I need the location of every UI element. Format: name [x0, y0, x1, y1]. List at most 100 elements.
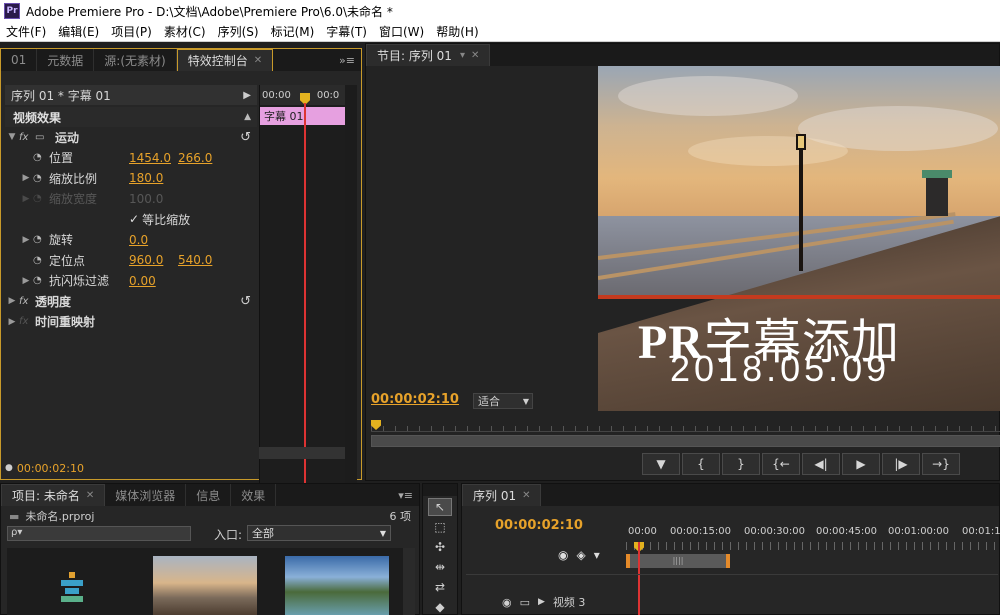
effect-label: 透明度: [35, 294, 72, 309]
tab-effect-controls[interactable]: 特效控制台 ✕: [176, 49, 274, 71]
effects-clip-bar[interactable]: 字幕 01: [260, 107, 346, 125]
menu-title[interactable]: 字幕(T): [320, 23, 373, 40]
effect-row-time-remap[interactable]: ▶ fx 时间重映射: [5, 312, 257, 333]
stopwatch-icon[interactable]: ◔: [33, 275, 49, 286]
collapse-up-icon[interactable]: ▲: [244, 112, 251, 122]
fit-select-value: 适合: [478, 395, 500, 408]
rolling-edit-tool-icon[interactable]: ⇹: [428, 558, 452, 576]
anchor-x-value[interactable]: 960.0: [129, 253, 163, 267]
snap-icon[interactable]: ◉: [558, 548, 568, 562]
menu-marker[interactable]: 标记(M): [265, 23, 321, 40]
menu-project[interactable]: 项目(P): [105, 23, 158, 40]
timeline-timecode[interactable]: 00:00:02:10: [495, 518, 583, 533]
position-x-value[interactable]: 1454.0: [129, 151, 171, 165]
tab-metadata[interactable]: 元数据: [37, 49, 95, 71]
uniform-scale-checkbox[interactable]: ✓: [129, 212, 139, 226]
project-bin[interactable]: [7, 548, 407, 615]
fit-select[interactable]: 适合 ▼: [473, 393, 533, 409]
program-preview[interactable]: PR字幕添加 2018.05.09: [598, 66, 1000, 411]
effects-tabbar: 01 元数据 源:(无素材) 特效控制台 ✕ »≡: [1, 49, 361, 71]
tab-program[interactable]: 节目: 序列 01 ▾ ✕: [366, 44, 491, 66]
ripple-edit-tool-icon[interactable]: ✣: [428, 538, 452, 556]
twirl-right-icon[interactable]: ▶: [19, 173, 33, 183]
add-marker-button[interactable]: ▼: [642, 453, 680, 475]
section-title-label: 视频效果: [13, 110, 62, 125]
menu-help[interactable]: 帮助(H): [430, 23, 484, 40]
close-icon[interactable]: ✕: [471, 50, 479, 61]
step-back-button[interactable]: ◀|: [802, 453, 840, 475]
project-vscroll[interactable]: [403, 548, 415, 615]
in-select[interactable]: 全部 ▼: [247, 525, 391, 541]
selection-tool-icon[interactable]: ↖: [428, 498, 452, 516]
anchor-y-value[interactable]: 540.0: [178, 253, 212, 267]
tab-source[interactable]: 源:(无素材): [94, 49, 177, 71]
pier-thumbnail[interactable]: [153, 556, 257, 615]
play-icon[interactable]: ▶: [243, 90, 251, 101]
program-zoom-scrollbar[interactable]: [371, 435, 1000, 447]
program-ruler[interactable]: [371, 418, 1000, 432]
sequence-icon[interactable]: [61, 572, 83, 602]
go-to-in-button[interactable]: {←: [762, 453, 800, 475]
menu-file[interactable]: 文件(F): [0, 23, 52, 40]
effects-timecode[interactable]: 00:00:02:10: [17, 462, 84, 475]
twirl-right-icon[interactable]: ▶: [19, 235, 33, 245]
tab-media-browser[interactable]: 媒体浏览器: [105, 484, 187, 506]
tab-info[interactable]: 信息: [186, 484, 232, 506]
add-marker-icon[interactable]: ▾: [594, 548, 600, 562]
lake-thumbnail[interactable]: [285, 556, 389, 615]
timeline-ruler[interactable]: 00:00 00:00:15:00 00:00:30:00 00:00:45:0…: [626, 526, 1000, 542]
film-icon[interactable]: ▭: [520, 596, 530, 609]
twirl-right-icon[interactable]: ▶: [538, 597, 545, 607]
go-to-out-button[interactable]: →}: [922, 453, 960, 475]
menu-clip[interactable]: 素材(C): [158, 23, 212, 40]
track-label: 视频 3: [552, 596, 586, 609]
play-button[interactable]: ▶: [842, 453, 880, 475]
anti-flicker-value[interactable]: 0.00: [129, 274, 156, 288]
twirl-right-icon[interactable]: ▶: [5, 317, 19, 327]
twirl-right-icon[interactable]: ▶: [5, 296, 19, 306]
eye-icon[interactable]: ◉: [502, 596, 512, 609]
effect-row-opacity[interactable]: ▶ fx 透明度 ↺: [5, 291, 257, 312]
twirl-down-icon[interactable]: ▼: [5, 132, 19, 142]
stopwatch-icon[interactable]: ◔: [33, 255, 49, 266]
tab-sequence[interactable]: 序列 01 ✕: [462, 484, 542, 506]
effects-vscroll[interactable]: [345, 85, 357, 495]
stopwatch-icon[interactable]: ◔: [33, 152, 49, 163]
stopwatch-icon[interactable]: ◔: [33, 234, 49, 245]
menu-window[interactable]: 窗口(W): [373, 23, 430, 40]
tab-effects[interactable]: 效果: [231, 484, 277, 506]
scale-value[interactable]: 180.0: [129, 171, 163, 185]
stopwatch-icon[interactable]: ◔: [33, 173, 49, 184]
close-icon[interactable]: ✕: [522, 490, 530, 501]
chevron-down-icon[interactable]: ▾: [460, 50, 465, 61]
panel-menu-icon[interactable]: »≡: [333, 49, 361, 71]
mark-out-button[interactable]: }: [722, 453, 760, 475]
fx-icon[interactable]: fx: [19, 132, 35, 143]
project-search-input[interactable]: ρ▾: [7, 526, 191, 541]
effect-row-motion[interactable]: ▼ fx ▭ 运动 ↺: [5, 127, 257, 148]
menu-edit[interactable]: 编辑(E): [52, 23, 105, 40]
rotation-value[interactable]: 0.0: [129, 233, 148, 247]
work-area-bar[interactable]: ||||: [626, 554, 730, 568]
position-y-value[interactable]: 266.0: [178, 151, 212, 165]
menu-sequence[interactable]: 序列(S): [212, 23, 265, 40]
program-timecode[interactable]: 00:00:02:10: [371, 392, 459, 407]
edit-marker-icon[interactable]: ◈: [576, 548, 585, 562]
panel-menu-icon[interactable]: ▾≡: [392, 484, 419, 506]
tab-project[interactable]: 项目: 未命名 ✕: [1, 484, 106, 506]
param-label: 等比缩放: [142, 212, 191, 227]
track-select-tool-icon[interactable]: ⬚: [428, 518, 452, 536]
effects-hscroll[interactable]: [259, 447, 345, 459]
fx-icon[interactable]: fx: [19, 296, 35, 307]
tab-sequence-01[interactable]: 01: [1, 49, 38, 71]
close-icon[interactable]: ✕: [86, 490, 94, 501]
twirl-right-icon[interactable]: ▶: [19, 276, 33, 286]
reset-icon[interactable]: ↺: [240, 130, 251, 145]
effects-mini-timeline[interactable]: 00:00 00:0 字幕 01: [259, 85, 346, 495]
step-forward-button[interactable]: |▶: [882, 453, 920, 475]
razor-tool-icon[interactable]: ◆: [428, 598, 452, 615]
reset-icon[interactable]: ↺: [240, 294, 251, 309]
rate-stretch-tool-icon[interactable]: ⇄: [428, 578, 452, 596]
mark-in-button[interactable]: {: [682, 453, 720, 475]
close-icon[interactable]: ✕: [254, 55, 262, 66]
